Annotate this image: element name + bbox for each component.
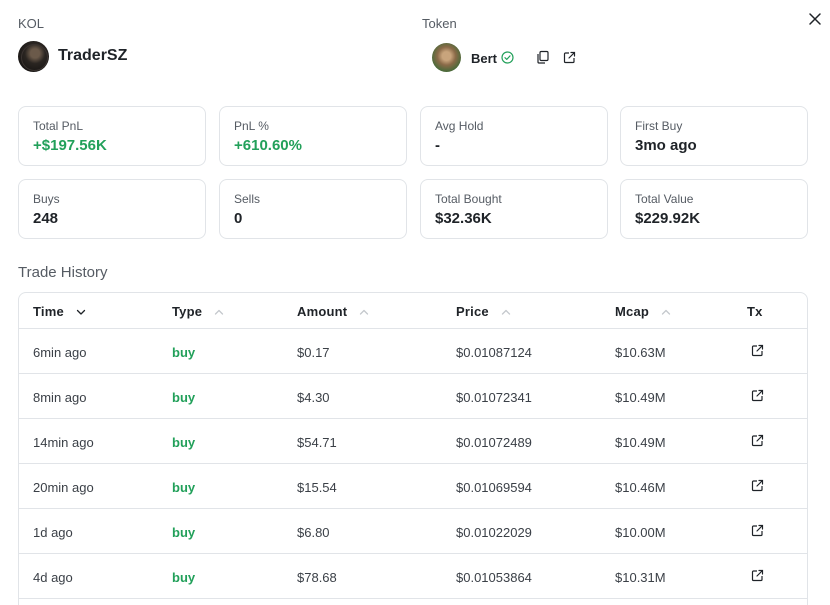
- token-label: Token: [422, 16, 457, 31]
- stat-value: 0: [234, 210, 243, 227]
- chevron-up-icon: [661, 309, 670, 315]
- external-link-icon[interactable]: [751, 479, 764, 492]
- cell-type: buy: [172, 570, 196, 585]
- cell-amount: $0.17: [297, 345, 330, 360]
- cell-time: 20min ago: [33, 480, 94, 495]
- cell-mcap: $10.49M: [615, 390, 666, 405]
- table-row: 1d ago buy $6.80 $0.01022029 $10.00M: [19, 509, 807, 554]
- stat-value: $229.92K: [635, 210, 701, 227]
- stat-card-buys: Buys 248: [18, 179, 206, 239]
- stat-card-total-value: Total Value $229.92K: [620, 179, 808, 239]
- table-row: 6min ago buy $0.17 $0.01087124 $10.63M: [19, 329, 807, 374]
- column-header-mcap[interactable]: Mcap: [615, 304, 671, 319]
- cell-mcap: $10.00M: [615, 525, 666, 540]
- stat-value: +$197.56K: [33, 137, 107, 154]
- cell-mcap: $10.63M: [615, 345, 666, 360]
- external-link-icon[interactable]: [751, 524, 764, 537]
- cell-amount: $6.80: [297, 525, 330, 540]
- cell-amount: $4.30: [297, 390, 330, 405]
- verified-icon: [501, 51, 514, 64]
- cell-price: $0.01069594: [456, 480, 532, 495]
- stat-card-total-bought: Total Bought $32.36K: [420, 179, 608, 239]
- column-header-label: Type: [172, 304, 203, 319]
- token-avatar: [432, 43, 461, 72]
- stat-value: -: [435, 137, 440, 154]
- external-link-icon[interactable]: [751, 344, 764, 357]
- chevron-up-icon: [214, 309, 224, 315]
- cell-time: 14min ago: [33, 435, 94, 450]
- table-row: 8min ago buy $4.30 $0.01072341 $10.49M: [19, 374, 807, 419]
- cell-amount: $54.71: [297, 435, 337, 450]
- table-row: 4d ago buy $78.68 $0.01053864 $10.31M: [19, 554, 807, 599]
- table-row: 20min ago buy $15.54 $0.01069594 $10.46M: [19, 464, 807, 509]
- stat-label: Avg Hold: [435, 119, 484, 133]
- kol-name[interactable]: TraderSZ: [58, 47, 127, 65]
- stat-value: 248: [33, 210, 59, 227]
- stat-card-first-buy: First Buy 3mo ago: [620, 106, 808, 166]
- chevron-up-icon: [501, 309, 510, 315]
- stat-label: Buys: [33, 192, 60, 206]
- stat-label: Total Value: [635, 192, 694, 206]
- column-header-label: Amount: [297, 304, 348, 319]
- chevron-down-icon: [76, 309, 85, 315]
- cell-amount: $78.68: [297, 570, 337, 585]
- stat-card-total-pnl: Total PnL +$197.56K: [18, 106, 206, 166]
- close-button[interactable]: [806, 10, 824, 28]
- kol-avatar: [18, 41, 49, 72]
- stat-card-pnl-percent: PnL % +610.60%: [219, 106, 407, 166]
- column-header-type[interactable]: Type: [172, 304, 224, 319]
- trade-history-title: Trade History: [18, 264, 108, 281]
- close-icon: [809, 13, 821, 25]
- copy-icon[interactable]: [536, 50, 550, 64]
- stat-value: +610.60%: [234, 137, 302, 154]
- cell-mcap: $10.49M: [615, 435, 666, 450]
- external-link-icon[interactable]: [751, 389, 764, 402]
- column-header-time[interactable]: Time: [33, 304, 86, 319]
- cell-type: buy: [172, 345, 196, 360]
- cell-mcap: $10.31M: [615, 570, 666, 585]
- column-header-label: Mcap: [615, 304, 650, 319]
- cell-time: 4d ago: [33, 570, 73, 585]
- cell-time: 1d ago: [33, 525, 73, 540]
- kol-label: KOL: [18, 16, 45, 31]
- stat-label: PnL %: [234, 119, 269, 133]
- column-header-tx: Tx: [747, 304, 763, 319]
- external-link-icon[interactable]: [563, 51, 576, 64]
- column-header-label: Tx: [747, 304, 763, 319]
- cell-mcap: $10.46M: [615, 480, 666, 495]
- cell-time: 6min ago: [33, 345, 87, 360]
- stat-value: $32.36K: [435, 210, 492, 227]
- column-header-label: Time: [33, 304, 64, 319]
- cell-price: $0.01022029: [456, 525, 532, 540]
- stat-card-avg-hold: Avg Hold -: [420, 106, 608, 166]
- chevron-up-icon: [359, 309, 369, 315]
- cell-price: $0.01087124: [456, 345, 532, 360]
- stat-label: Total Bought: [435, 192, 502, 206]
- cell-price: $0.01053864: [456, 570, 532, 585]
- cell-type: buy: [172, 525, 196, 540]
- cell-type: buy: [172, 390, 196, 405]
- column-header-label: Price: [456, 304, 489, 319]
- external-link-icon[interactable]: [751, 434, 764, 447]
- column-header-price[interactable]: Price: [456, 304, 511, 319]
- cell-price: $0.01072489: [456, 435, 532, 450]
- table-header: Time Type Amount Price Mcap Tx: [19, 293, 807, 329]
- stat-value: 3mo ago: [635, 137, 697, 154]
- cell-price: $0.01072341: [456, 390, 532, 405]
- stat-card-sells: Sells 0: [219, 179, 407, 239]
- token-name[interactable]: Bert: [471, 51, 497, 66]
- stat-label: Total PnL: [33, 119, 84, 133]
- cell-amount: $15.54: [297, 480, 337, 495]
- column-header-amount[interactable]: Amount: [297, 304, 369, 319]
- external-link-icon[interactable]: [751, 569, 764, 582]
- stat-label: Sells: [234, 192, 261, 206]
- table-row: 14min ago buy $54.71 $0.01072489 $10.49M: [19, 419, 807, 464]
- cell-type: buy: [172, 480, 196, 495]
- trade-history-table: Time Type Amount Price Mcap Tx 6min ago b…: [18, 292, 808, 605]
- stat-label: First Buy: [635, 119, 683, 133]
- cell-type: buy: [172, 435, 196, 450]
- cell-time: 8min ago: [33, 390, 87, 405]
